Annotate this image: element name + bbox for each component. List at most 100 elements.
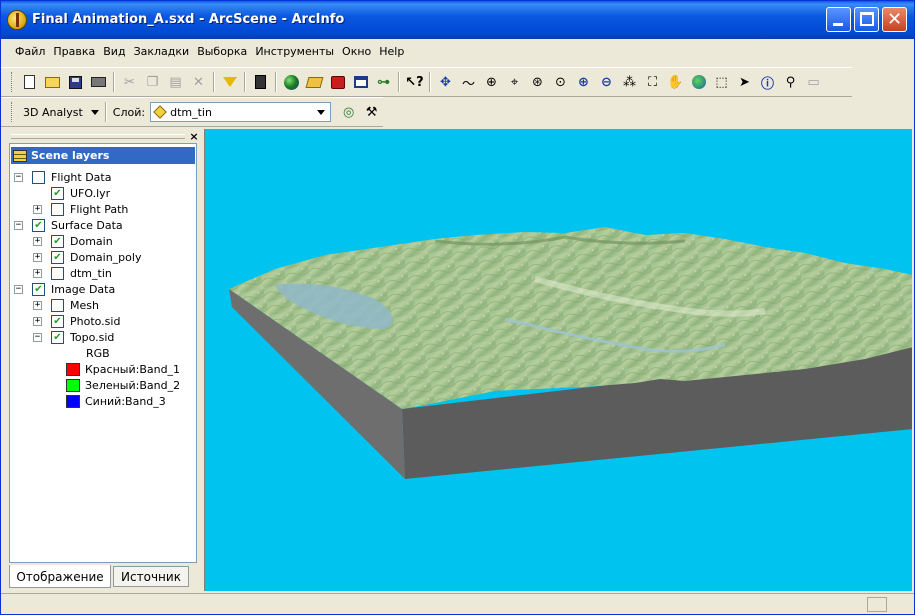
expand-icon[interactable]: + <box>33 317 42 326</box>
tree-row-domain-poly[interactable]: + ✔ Domain_poly <box>10 250 194 266</box>
expand-icon[interactable]: + <box>33 301 42 310</box>
layer-visibility-checkbox[interactable]: ✔ <box>51 331 64 344</box>
pan-icon[interactable]: ✋ <box>664 71 687 93</box>
new-document-icon[interactable] <box>18 71 41 93</box>
expand-icon[interactable]: + <box>33 253 42 262</box>
tree-row-topo-sid[interactable]: − ✔ Topo.sid <box>10 330 194 346</box>
menu-window[interactable]: Окно <box>338 40 375 64</box>
contour-tool-icon[interactable]: ◎ <box>337 101 360 123</box>
toc-grip[interactable] <box>11 134 185 139</box>
layers-icon[interactable] <box>303 71 326 93</box>
copy-icon[interactable]: ❐ <box>141 71 164 93</box>
expand-icon[interactable]: + <box>33 205 42 214</box>
tree-row-surface-data[interactable]: − ✔ Surface Data <box>10 218 194 234</box>
menu-tools[interactable]: Инструменты <box>251 40 338 64</box>
close-button[interactable]: ✕ <box>882 7 907 32</box>
arcscene-app-icon[interactable] <box>7 10 27 30</box>
print-icon[interactable] <box>87 71 110 93</box>
legend-swatch[interactable] <box>66 395 80 408</box>
layer-selected-value: dtm_tin <box>170 105 212 119</box>
layer-label: Flight Data <box>51 171 112 184</box>
layer-visibility-checkbox[interactable] <box>51 203 64 216</box>
model-builder-icon[interactable]: ⊶ <box>372 71 395 93</box>
layer-visibility-checkbox[interactable]: ✔ <box>32 283 45 296</box>
tree-row-domain[interactable]: + ✔ Domain <box>10 234 194 250</box>
target-center-icon[interactable]: ⌖ <box>503 71 526 93</box>
layer-visibility-checkbox[interactable]: ✔ <box>51 315 64 328</box>
menu-help[interactable]: Help <box>375 40 408 64</box>
tree-row-flight-data[interactable]: − Flight Data <box>10 170 194 186</box>
steepest-path-icon[interactable]: ⚒ <box>360 101 383 123</box>
tree-row-ufo-lyr[interactable]: ✔ UFO.lyr <box>10 186 194 202</box>
window-icon[interactable] <box>349 71 372 93</box>
cut-icon[interactable]: ✂ <box>118 71 141 93</box>
legend-swatch[interactable] <box>66 363 80 376</box>
layer-label: UFO.lyr <box>70 187 111 200</box>
fixed-zoom-in-icon[interactable]: ⁂ <box>618 71 641 93</box>
tree-row-mesh[interactable]: + Mesh <box>10 298 194 314</box>
open-folder-icon[interactable] <box>41 71 64 93</box>
layer-visibility-checkbox[interactable] <box>51 267 64 280</box>
whats-this-icon[interactable]: ↖? <box>403 71 426 93</box>
delete-icon[interactable]: ✕ <box>187 71 210 93</box>
layer-visibility-checkbox[interactable] <box>51 299 64 312</box>
scene-view[interactable] <box>204 129 912 591</box>
zoom-in-icon[interactable]: ⊕ <box>572 71 595 93</box>
title-bar[interactable]: Final Animation_A.sxd - ArcScene - ArcIn… <box>1 1 914 39</box>
layer-visibility-checkbox[interactable]: ✔ <box>51 235 64 248</box>
expand-icon[interactable]: + <box>33 269 42 278</box>
navigate-icon[interactable]: ✥ <box>434 71 457 93</box>
layer-visibility-checkbox[interactable]: ✔ <box>51 187 64 200</box>
arc-toolbox-icon[interactable] <box>326 71 349 93</box>
add-data-icon[interactable] <box>218 71 241 93</box>
toolbar-separator <box>213 72 215 92</box>
fly-icon[interactable]: 〜 <box>457 71 480 93</box>
globe-icon[interactable] <box>280 71 303 93</box>
full-extent-icon[interactable] <box>687 71 710 93</box>
expand-icon[interactable]: + <box>33 237 42 246</box>
save-icon[interactable] <box>64 71 87 93</box>
menu-edit[interactable]: Правка <box>49 40 99 64</box>
layer-visibility-checkbox[interactable]: ✔ <box>32 219 45 232</box>
layer-visibility-checkbox[interactable]: ✔ <box>51 251 64 264</box>
collapse-icon[interactable]: − <box>33 333 42 342</box>
minimize-button[interactable] <box>826 7 851 32</box>
tree-row-flight-path[interactable]: + Flight Path <box>10 202 194 218</box>
identify-icon[interactable]: ⓘ <box>756 71 779 93</box>
layer-dropdown-arrow[interactable] <box>313 104 329 120</box>
set-observer-icon[interactable]: ⊙ <box>549 71 572 93</box>
select-pointer-icon[interactable]: ➤ <box>733 71 756 93</box>
find-icon[interactable]: ⚲ <box>779 71 802 93</box>
zoom-out-icon[interactable]: ⊖ <box>595 71 618 93</box>
layer-dropdown[interactable]: dtm_tin <box>150 102 332 122</box>
html-popup-icon[interactable]: ▭ <box>802 71 825 93</box>
legend-swatch[interactable] <box>66 379 80 392</box>
tab-source[interactable]: Источник <box>113 566 189 587</box>
paste-icon[interactable]: ▤ <box>164 71 187 93</box>
toolbar-grip[interactable] <box>11 102 14 122</box>
tree-row-image-data[interactable]: − ✔ Image Data <box>10 282 194 298</box>
3d-analyst-menu[interactable]: 3D Analyst <box>18 101 102 123</box>
fixed-zoom-out-icon[interactable]: ⛶ <box>641 71 664 93</box>
collapse-icon[interactable]: − <box>14 173 23 182</box>
zoom-in-out-icon[interactable]: ⊕ <box>480 71 503 93</box>
menu-bookmarks[interactable]: Закладки <box>130 40 194 64</box>
legend-label: Синий:Band_3 <box>85 395 166 408</box>
menu-selection[interactable]: Выборка <box>193 40 251 64</box>
menu-file[interactable]: Файл <box>11 40 49 64</box>
collapse-icon[interactable]: − <box>14 285 23 294</box>
zoom-to-target-icon[interactable]: ⊛ <box>526 71 549 93</box>
toolbar-grip[interactable] <box>11 72 14 92</box>
menu-view[interactable]: Вид <box>99 40 129 64</box>
tree-row-photo-sid[interactable]: + ✔ Photo.sid <box>10 314 194 330</box>
tree-row-dtm-tin[interactable]: + dtm_tin <box>10 266 194 282</box>
tab-display[interactable]: Отображение <box>9 565 111 588</box>
standard-toolbar: ✂ ❐ ▤ ✕ ⊶ ↖? ✥ 〜 ⊕ ⌖ ⊛ ⊙ ⊕ ⊖ ⁂ ⛶ ✋ ⬚ ➤ ⓘ… <box>1 67 852 97</box>
calculator-icon[interactable] <box>249 71 272 93</box>
collapse-icon[interactable]: − <box>14 221 23 230</box>
layer-visibility-checkbox[interactable] <box>32 171 45 184</box>
select-features-icon[interactable]: ⬚ <box>710 71 733 93</box>
scene-layers-root[interactable]: Scene layers <box>11 147 195 164</box>
maximize-button[interactable] <box>854 7 879 32</box>
toc-close-icon[interactable]: × <box>188 131 200 143</box>
